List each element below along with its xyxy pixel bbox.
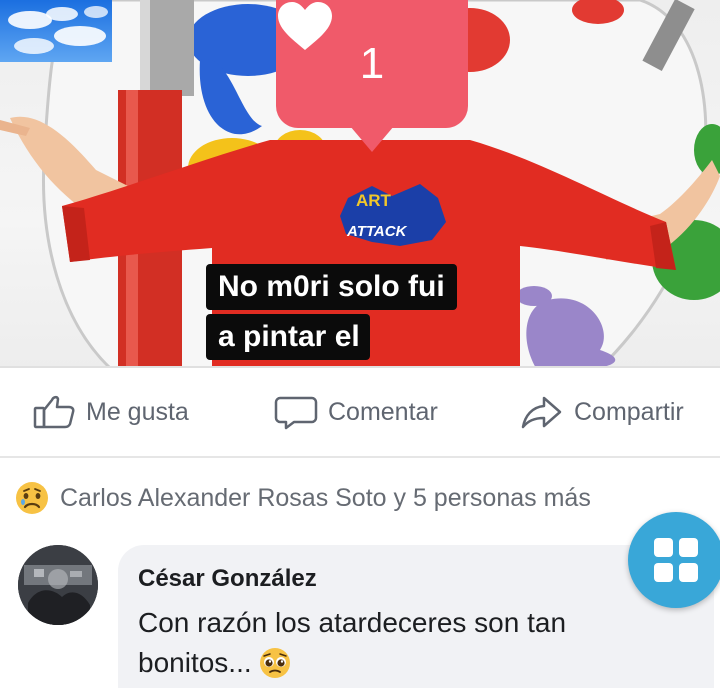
floating-menu-button[interactable] (628, 512, 720, 608)
svg-text:ART: ART (356, 191, 392, 210)
heart-icon (278, 2, 332, 50)
post-action-bar: Me gusta Comentar Compartir (0, 368, 720, 458)
comment-bubble: César González Con razón los atardeceres… (118, 545, 714, 688)
speech-bubble-icon (274, 396, 318, 430)
reactions-summary[interactable]: Carlos Alexander Rosas Soto y 5 personas… (14, 478, 591, 518)
post-screenshot: ART ATTACK 1 No m0ri solo fui a pintar e… (0, 0, 720, 688)
caption-line-2: a pintar el (206, 314, 370, 360)
comment-text-line: Con razón los atardeceres son tan (138, 607, 567, 638)
commenter-avatar[interactable] (18, 545, 98, 625)
share-button[interactable]: Compartir (520, 394, 684, 430)
reactions-text: Carlos Alexander Rosas Soto y 5 personas… (60, 483, 591, 512)
share-label: Compartir (574, 397, 684, 426)
like-button[interactable]: Me gusta (32, 394, 189, 430)
like-label: Me gusta (86, 397, 189, 426)
comment-button[interactable]: Comentar (274, 394, 438, 430)
grid-menu-icon (654, 538, 698, 582)
comment-text-last: bonitos... (138, 647, 252, 678)
sky-emoji (0, 0, 112, 62)
share-arrow-icon (521, 396, 562, 429)
post-photo[interactable]: ART ATTACK 1 No m0ri solo fui a pintar e… (0, 0, 720, 368)
pleading-face-emoji (259, 648, 290, 678)
caption-line-1: No m0ri solo fui (206, 264, 457, 310)
comment-text: Con razón los atardeceres son tan bonito… (138, 603, 678, 683)
like-count: 1 (359, 39, 385, 88)
avatar-image (18, 545, 98, 625)
comment-label: Comentar (328, 397, 438, 426)
sad-face-icon (16, 482, 48, 514)
like-notification: 1 (276, 0, 468, 128)
notification-tail (350, 126, 394, 152)
commenter-name[interactable]: César González (138, 565, 317, 593)
comment-text-end: bonitos... (138, 643, 292, 683)
thumbs-up-icon (33, 395, 75, 429)
svg-text:ATTACK: ATTACK (346, 223, 408, 240)
